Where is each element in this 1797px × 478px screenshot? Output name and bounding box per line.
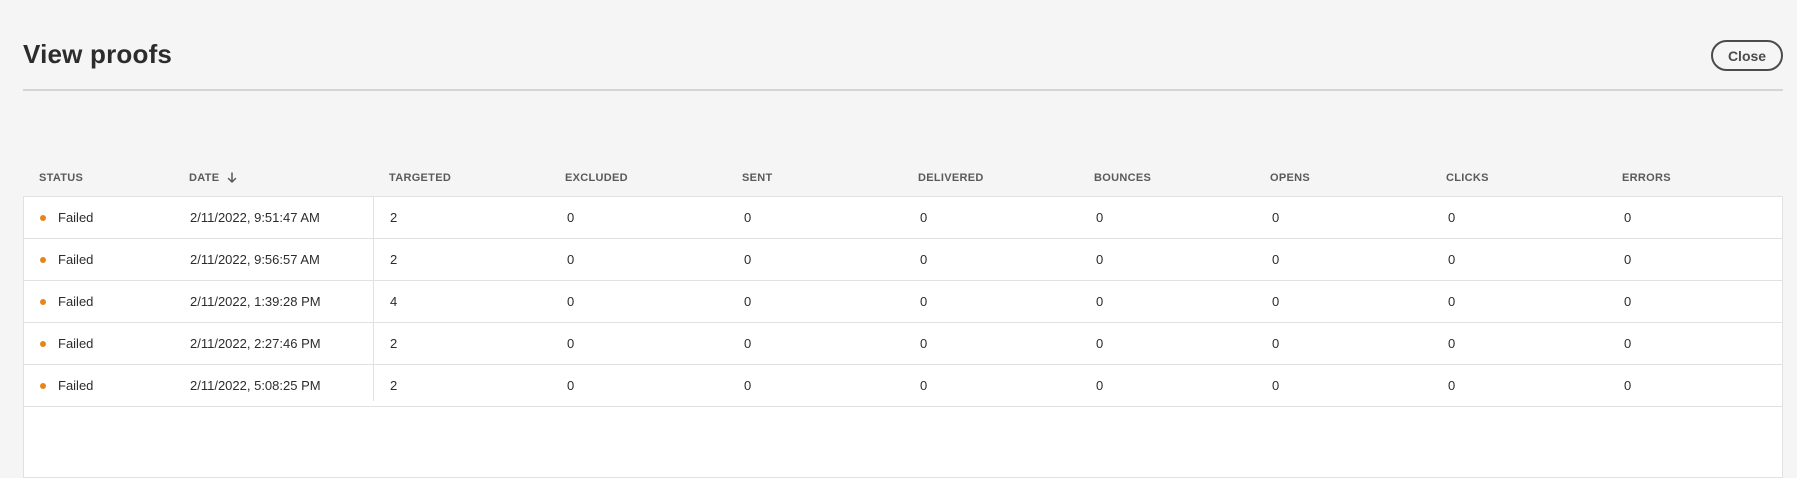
status-label: Failed xyxy=(58,210,94,225)
status-label: Failed xyxy=(58,336,94,351)
column-header-opens[interactable]: OPENS xyxy=(1270,172,1310,184)
table-row[interactable]: Failed 2/11/2022, 5:08:25 PM 2 0 0 0 0 0… xyxy=(24,365,1782,407)
column-header-delivered[interactable]: DELIVERED xyxy=(918,172,984,184)
opens-cell: 0 xyxy=(1272,294,1280,309)
delivered-cell: 0 xyxy=(920,336,928,351)
clicks-cell: 0 xyxy=(1448,252,1456,267)
dialog-header: View proofs Close xyxy=(23,0,1783,91)
clicks-cell: 0 xyxy=(1448,378,1456,393)
excluded-cell: 0 xyxy=(567,294,575,309)
status-failed-dot-icon xyxy=(40,382,46,389)
status-cell: Failed xyxy=(40,197,93,238)
table-header: STATUS DATE TARGETED EXCLUDED SENT DELIV… xyxy=(23,166,1783,196)
table-row[interactable]: Failed 2/11/2022, 1:39:28 PM 4 0 0 0 0 0… xyxy=(24,281,1782,323)
bounces-cell: 0 xyxy=(1096,252,1104,267)
column-header-bounces[interactable]: BOUNCES xyxy=(1094,172,1151,184)
targeted-cell: 4 xyxy=(390,294,398,309)
column-header-excluded[interactable]: EXCLUDED xyxy=(565,172,628,184)
status-failed-dot-icon xyxy=(40,256,46,263)
sent-cell: 0 xyxy=(744,252,752,267)
status-label: Failed xyxy=(58,294,94,309)
delivered-cell: 0 xyxy=(920,252,928,267)
table-body: Failed 2/11/2022, 9:51:47 AM 2 0 0 0 0 0… xyxy=(23,196,1783,478)
errors-cell: 0 xyxy=(1624,210,1632,225)
errors-cell: 0 xyxy=(1624,252,1632,267)
table-row[interactable]: Failed 2/11/2022, 2:27:46 PM 2 0 0 0 0 0… xyxy=(24,323,1782,365)
sent-cell: 0 xyxy=(744,294,752,309)
delivered-cell: 0 xyxy=(920,378,928,393)
date-cell: 2/11/2022, 5:08:25 PM xyxy=(190,378,321,393)
sent-cell: 0 xyxy=(744,336,752,351)
status-cell: Failed xyxy=(40,323,93,364)
status-cell: Failed xyxy=(40,365,93,406)
bounces-cell: 0 xyxy=(1096,294,1104,309)
excluded-cell: 0 xyxy=(567,378,575,393)
column-header-date-label: DATE xyxy=(189,172,220,184)
bounces-cell: 0 xyxy=(1096,378,1104,393)
column-header-errors[interactable]: ERRORS xyxy=(1622,172,1671,184)
errors-cell: 0 xyxy=(1624,294,1632,309)
status-label: Failed xyxy=(58,378,94,393)
targeted-cell: 2 xyxy=(390,336,398,351)
errors-cell: 0 xyxy=(1624,336,1632,351)
sent-cell: 0 xyxy=(744,210,752,225)
excluded-cell: 0 xyxy=(567,336,575,351)
errors-cell: 0 xyxy=(1624,378,1632,393)
excluded-cell: 0 xyxy=(567,252,575,267)
bounces-cell: 0 xyxy=(1096,210,1104,225)
column-header-clicks[interactable]: CLICKS xyxy=(1446,172,1489,184)
column-header-date[interactable]: DATE xyxy=(189,172,237,184)
bounces-cell: 0 xyxy=(1096,336,1104,351)
column-header-targeted[interactable]: TARGETED xyxy=(389,172,451,184)
date-cell: 2/11/2022, 2:27:46 PM xyxy=(190,336,321,351)
excluded-cell: 0 xyxy=(567,210,575,225)
status-cell: Failed xyxy=(40,281,93,322)
table-row[interactable]: Failed 2/11/2022, 9:56:57 AM 2 0 0 0 0 0… xyxy=(24,239,1782,281)
proofs-table: STATUS DATE TARGETED EXCLUDED SENT DELIV… xyxy=(23,166,1783,478)
opens-cell: 0 xyxy=(1272,210,1280,225)
targeted-cell: 2 xyxy=(390,210,398,225)
column-header-sent[interactable]: SENT xyxy=(742,172,773,184)
status-label: Failed xyxy=(58,252,94,267)
clicks-cell: 0 xyxy=(1448,336,1456,351)
date-cell: 2/11/2022, 9:56:57 AM xyxy=(190,252,320,267)
targeted-cell: 2 xyxy=(390,378,398,393)
page-title: View proofs xyxy=(23,39,173,69)
sent-cell: 0 xyxy=(744,378,752,393)
column-header-status[interactable]: STATUS xyxy=(39,172,83,184)
opens-cell: 0 xyxy=(1272,336,1280,351)
delivered-cell: 0 xyxy=(920,210,928,225)
clicks-cell: 0 xyxy=(1448,294,1456,309)
status-failed-dot-icon xyxy=(40,340,46,347)
targeted-cell: 2 xyxy=(390,252,398,267)
table-row[interactable]: Failed 2/11/2022, 9:51:47 AM 2 0 0 0 0 0… xyxy=(24,197,1782,239)
close-button[interactable]: Close xyxy=(1711,40,1783,71)
delivered-cell: 0 xyxy=(920,294,928,309)
date-cell: 2/11/2022, 1:39:28 PM xyxy=(190,294,321,309)
status-failed-dot-icon xyxy=(40,298,46,305)
opens-cell: 0 xyxy=(1272,252,1280,267)
clicks-cell: 0 xyxy=(1448,210,1456,225)
date-cell: 2/11/2022, 9:51:47 AM xyxy=(190,210,320,225)
status-cell: Failed xyxy=(40,239,93,280)
arrow-down-icon[interactable] xyxy=(227,172,237,184)
status-failed-dot-icon xyxy=(40,214,46,221)
opens-cell: 0 xyxy=(1272,378,1280,393)
